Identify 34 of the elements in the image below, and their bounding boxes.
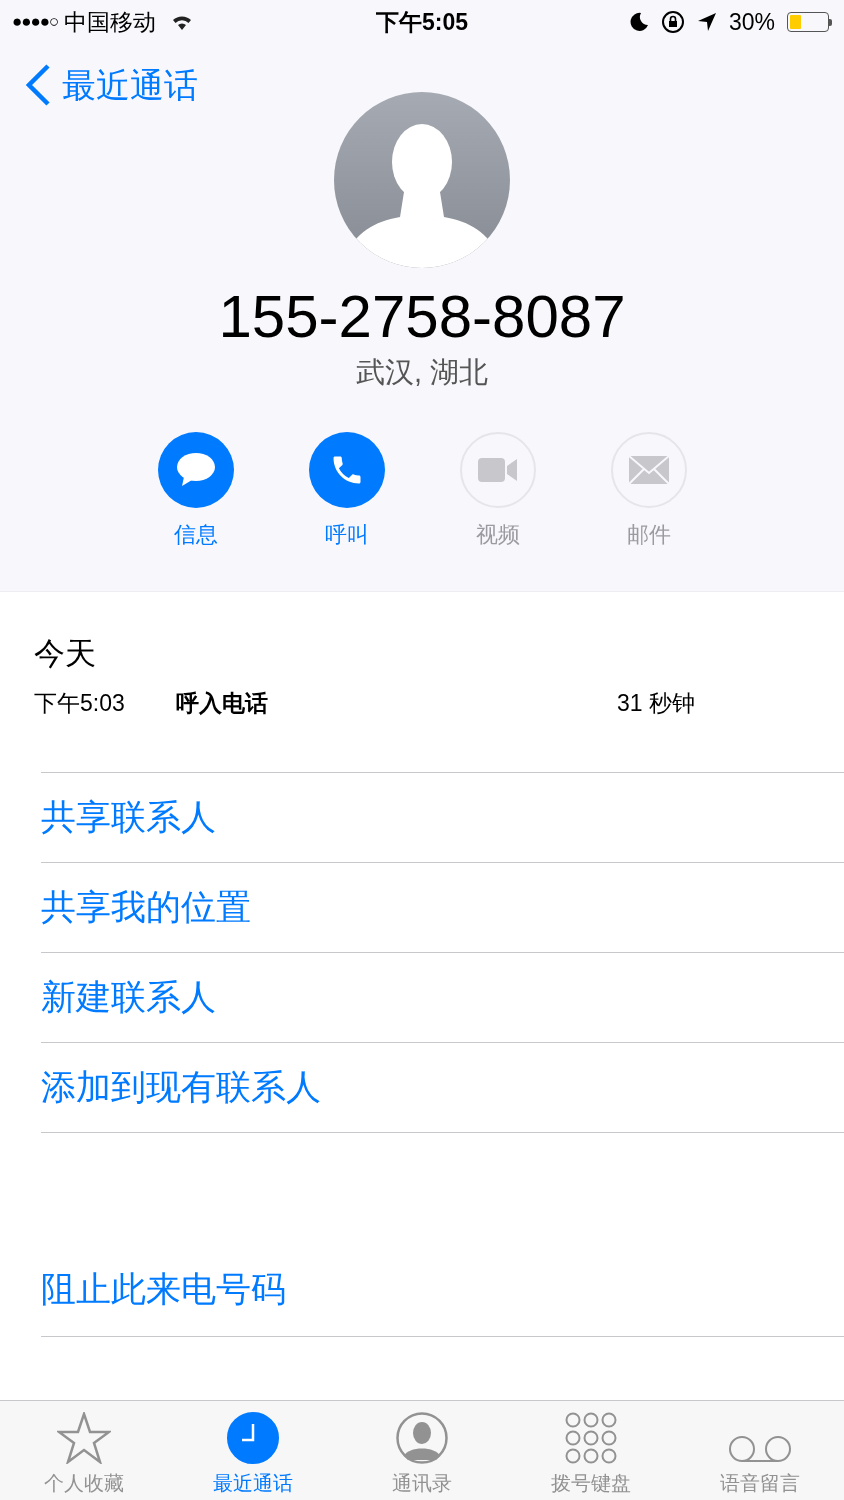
- moon-icon: [628, 12, 649, 32]
- back-button[interactable]: 最近通话: [26, 64, 198, 106]
- battery-icon: [787, 12, 832, 32]
- tab-bar-item[interactable]: 语音留言: [675, 1401, 844, 1500]
- star-icon: [57, 1412, 112, 1464]
- video-camera-icon: [477, 457, 518, 483]
- clock-icon: [227, 1412, 280, 1464]
- phone-number: 155-2758-8087: [218, 282, 626, 352]
- tab-bar-item[interactable]: 个人收藏: [0, 1401, 169, 1500]
- envelope-icon: [628, 456, 669, 484]
- voicemail-icon: [727, 1434, 792, 1464]
- battery-percent: 30%: [728, 7, 775, 37]
- contact-option[interactable]: 新建联系人: [41, 953, 844, 1043]
- tab-bar-item[interactable]: 拨号键盘: [506, 1401, 676, 1500]
- signal-strength: ●●●●○: [12, 11, 59, 34]
- call-type: 呼入电话: [176, 688, 269, 718]
- tab-bar-item[interactable]: 最近通话: [168, 1401, 338, 1500]
- day-heading: 今天: [34, 635, 97, 673]
- carrier-name: 中国移动: [64, 7, 157, 37]
- rotation-lock-icon: [660, 10, 685, 34]
- call-time: 下午5:03: [34, 688, 126, 718]
- tab-bar-item[interactable]: 通讯录: [337, 1401, 507, 1500]
- contact-option[interactable]: 添加到现有联系人: [41, 1043, 844, 1133]
- chevron-left-icon: [26, 64, 50, 106]
- speech-bubble-icon: [175, 452, 216, 488]
- clock-time: 下午5:05: [376, 7, 469, 37]
- location-label: 武汉, 湖北: [355, 355, 489, 390]
- location-arrow-icon: [696, 12, 717, 32]
- keypad-icon: [564, 1412, 617, 1464]
- call-duration: 31 秒钟: [617, 688, 695, 718]
- block-caller-button[interactable]: 阻止此来电号码: [41, 1243, 844, 1336]
- contact-option[interactable]: 共享我的位置: [41, 863, 844, 953]
- contact-option[interactable]: 共享联系人: [41, 773, 844, 863]
- person-icon: [396, 1412, 448, 1464]
